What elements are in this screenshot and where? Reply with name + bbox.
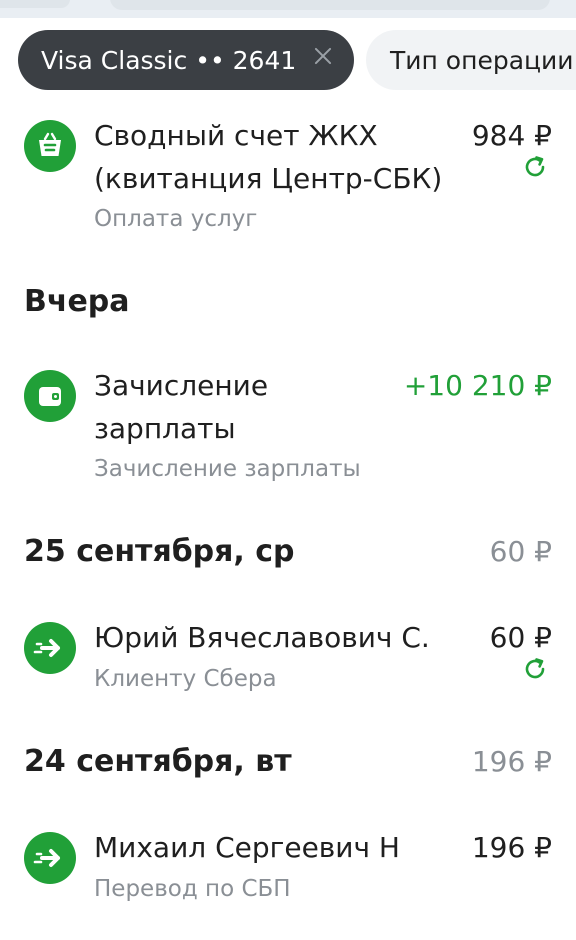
section-header-date: 25 сентября, ср: [24, 534, 295, 569]
operation-amount: 60 ₽: [489, 621, 552, 654]
shopping-basket-icon: [24, 120, 76, 172]
back-button-remnant[interactable]: [0, 0, 70, 8]
wallet-icon: [24, 370, 76, 422]
close-icon[interactable]: [314, 47, 332, 65]
filter-chips: Visa Classic •• 2641 Тип операции: [0, 30, 576, 90]
operation-row-salary[interactable]: Зачисление зарплаты Зачисление зарплаты …: [0, 362, 576, 492]
repeat-payment-icon[interactable]: [522, 154, 548, 180]
operation-amount: 196 ₽: [471, 831, 552, 864]
operation-category: Клиенту Сбера: [94, 666, 277, 692]
operation-row-housing[interactable]: Сводный счет ЖКХ (квитанция Центр-СБК) О…: [0, 112, 576, 242]
repeat-payment-icon[interactable]: [522, 656, 548, 682]
transfer-arrow-icon: [24, 832, 76, 884]
operation-title-line1: Сводный счет ЖКХ: [94, 119, 378, 152]
operation-row-transfer-mikhail[interactable]: Михаил Сергеевич Н Перевод по СБП 196 ₽: [0, 826, 576, 916]
operation-title-line1: Зачисление: [94, 369, 269, 402]
section-header-date: 24 сентября, вт: [24, 744, 292, 779]
section-header-yesterday: Вчера: [24, 284, 130, 319]
operation-category: Перевод по СБП: [94, 876, 291, 902]
operation-amount: +10 210 ₽: [403, 369, 552, 402]
operation-type-label: Тип операции: [390, 45, 574, 75]
transfer-arrow-icon: [24, 622, 76, 674]
operation-category: Оплата услуг: [94, 206, 258, 232]
section-total-amount: 196 ₽: [471, 745, 552, 778]
operation-title: Михаил Сергеевич Н: [94, 831, 400, 864]
top-bar-remnant: [0, 0, 576, 18]
card-filter-label: Visa Classic •• 2641: [41, 45, 297, 75]
operation-title-line2: зарплаты: [94, 412, 236, 445]
operation-amount: 984 ₽: [471, 119, 552, 152]
card-filter-chip[interactable]: Visa Classic •• 2641: [18, 30, 354, 90]
operation-row-transfer-yuri[interactable]: Юрий Вячеславович С. Клиенту Сбера 60 ₽: [0, 614, 576, 704]
section-total-amount: 60 ₽: [489, 535, 552, 568]
operation-title: Юрий Вячеславович С.: [94, 621, 430, 654]
search-bar-remnant[interactable]: [110, 0, 550, 10]
operation-category: Зачисление зарплаты: [94, 456, 361, 482]
operation-type-filter-chip[interactable]: Тип операции: [366, 30, 576, 90]
operation-title-line2: (квитанция Центр-СБК): [94, 162, 443, 195]
